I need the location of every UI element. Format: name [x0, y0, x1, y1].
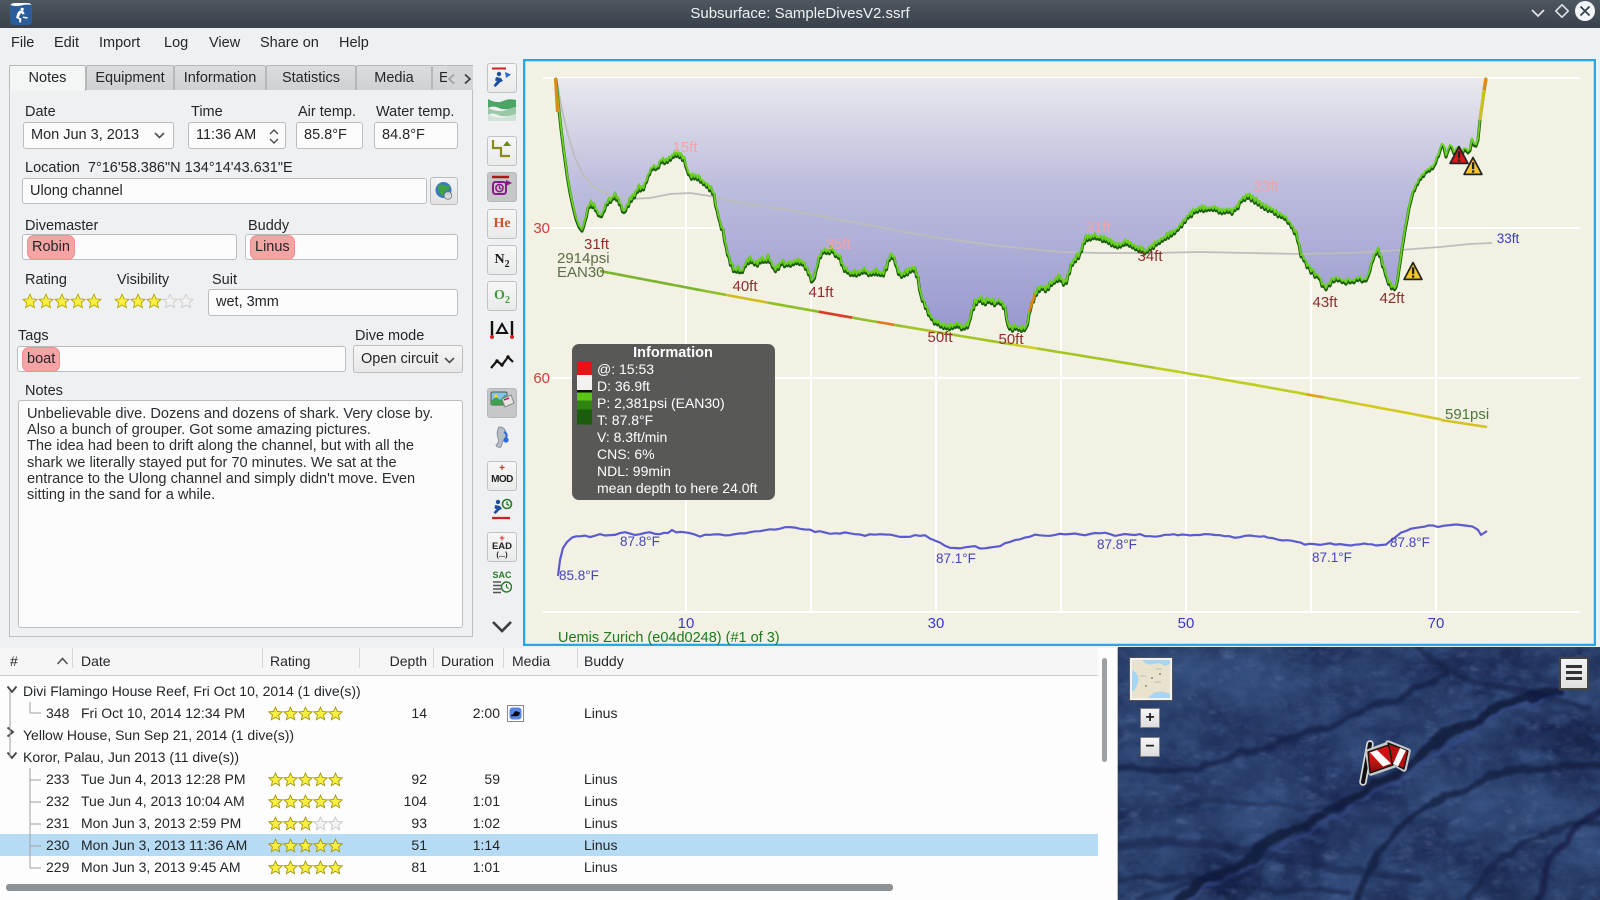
- svg-text:15ft: 15ft: [672, 139, 698, 156]
- svg-text:P: 2,381psi (EAN30): P: 2,381psi (EAN30): [597, 395, 725, 411]
- svg-text:NDL: 99min: NDL: 99min: [597, 463, 671, 479]
- svg-text:87.8°F: 87.8°F: [620, 534, 660, 549]
- svg-text:50ft: 50ft: [927, 329, 953, 346]
- svg-text:50: 50: [1178, 615, 1195, 632]
- svg-text:31ft: 31ft: [1085, 219, 1111, 236]
- svg-text:41ft: 41ft: [808, 284, 834, 301]
- svg-text:V: 8.3ft/min: V: 8.3ft/min: [597, 429, 667, 445]
- svg-text:@: 15:53: @: 15:53: [597, 361, 654, 377]
- svg-text:T: 87.8°F: T: 87.8°F: [597, 412, 653, 428]
- svg-text:D: 36.9ft: D: 36.9ft: [597, 378, 650, 394]
- svg-text:43ft: 43ft: [1312, 294, 1338, 311]
- svg-text:87.8°F: 87.8°F: [1097, 537, 1137, 552]
- svg-text:591psi: 591psi: [1445, 406, 1489, 423]
- svg-text:Uemis Zurich (e04d0248) (#1 of: Uemis Zurich (e04d0248) (#1 of 3): [558, 630, 780, 646]
- svg-text:mean depth to here 24.0ft: mean depth to here 24.0ft: [597, 480, 757, 496]
- svg-text:50ft: 50ft: [998, 331, 1024, 348]
- svg-text:60: 60: [533, 370, 550, 387]
- svg-text:87.1°F: 87.1°F: [936, 551, 976, 566]
- svg-text:30: 30: [928, 615, 945, 632]
- svg-text:85.8°F: 85.8°F: [559, 568, 599, 583]
- svg-text:87.8°F: 87.8°F: [1390, 535, 1430, 550]
- svg-text:Information: Information: [633, 345, 713, 361]
- svg-text:87.1°F: 87.1°F: [1312, 550, 1352, 565]
- svg-text:CNS: 6%: CNS: 6%: [597, 446, 655, 462]
- svg-text:EAN30: EAN30: [557, 264, 605, 281]
- svg-text:70: 70: [1428, 615, 1445, 632]
- svg-text:33ft: 33ft: [1497, 231, 1520, 246]
- svg-text:34ft: 34ft: [1137, 248, 1163, 265]
- svg-text:30: 30: [533, 220, 550, 237]
- svg-text:42ft: 42ft: [1379, 290, 1405, 307]
- svg-text:40ft: 40ft: [732, 278, 758, 295]
- svg-text:23ft: 23ft: [1253, 178, 1279, 195]
- svg-text:35ft: 35ft: [825, 236, 851, 253]
